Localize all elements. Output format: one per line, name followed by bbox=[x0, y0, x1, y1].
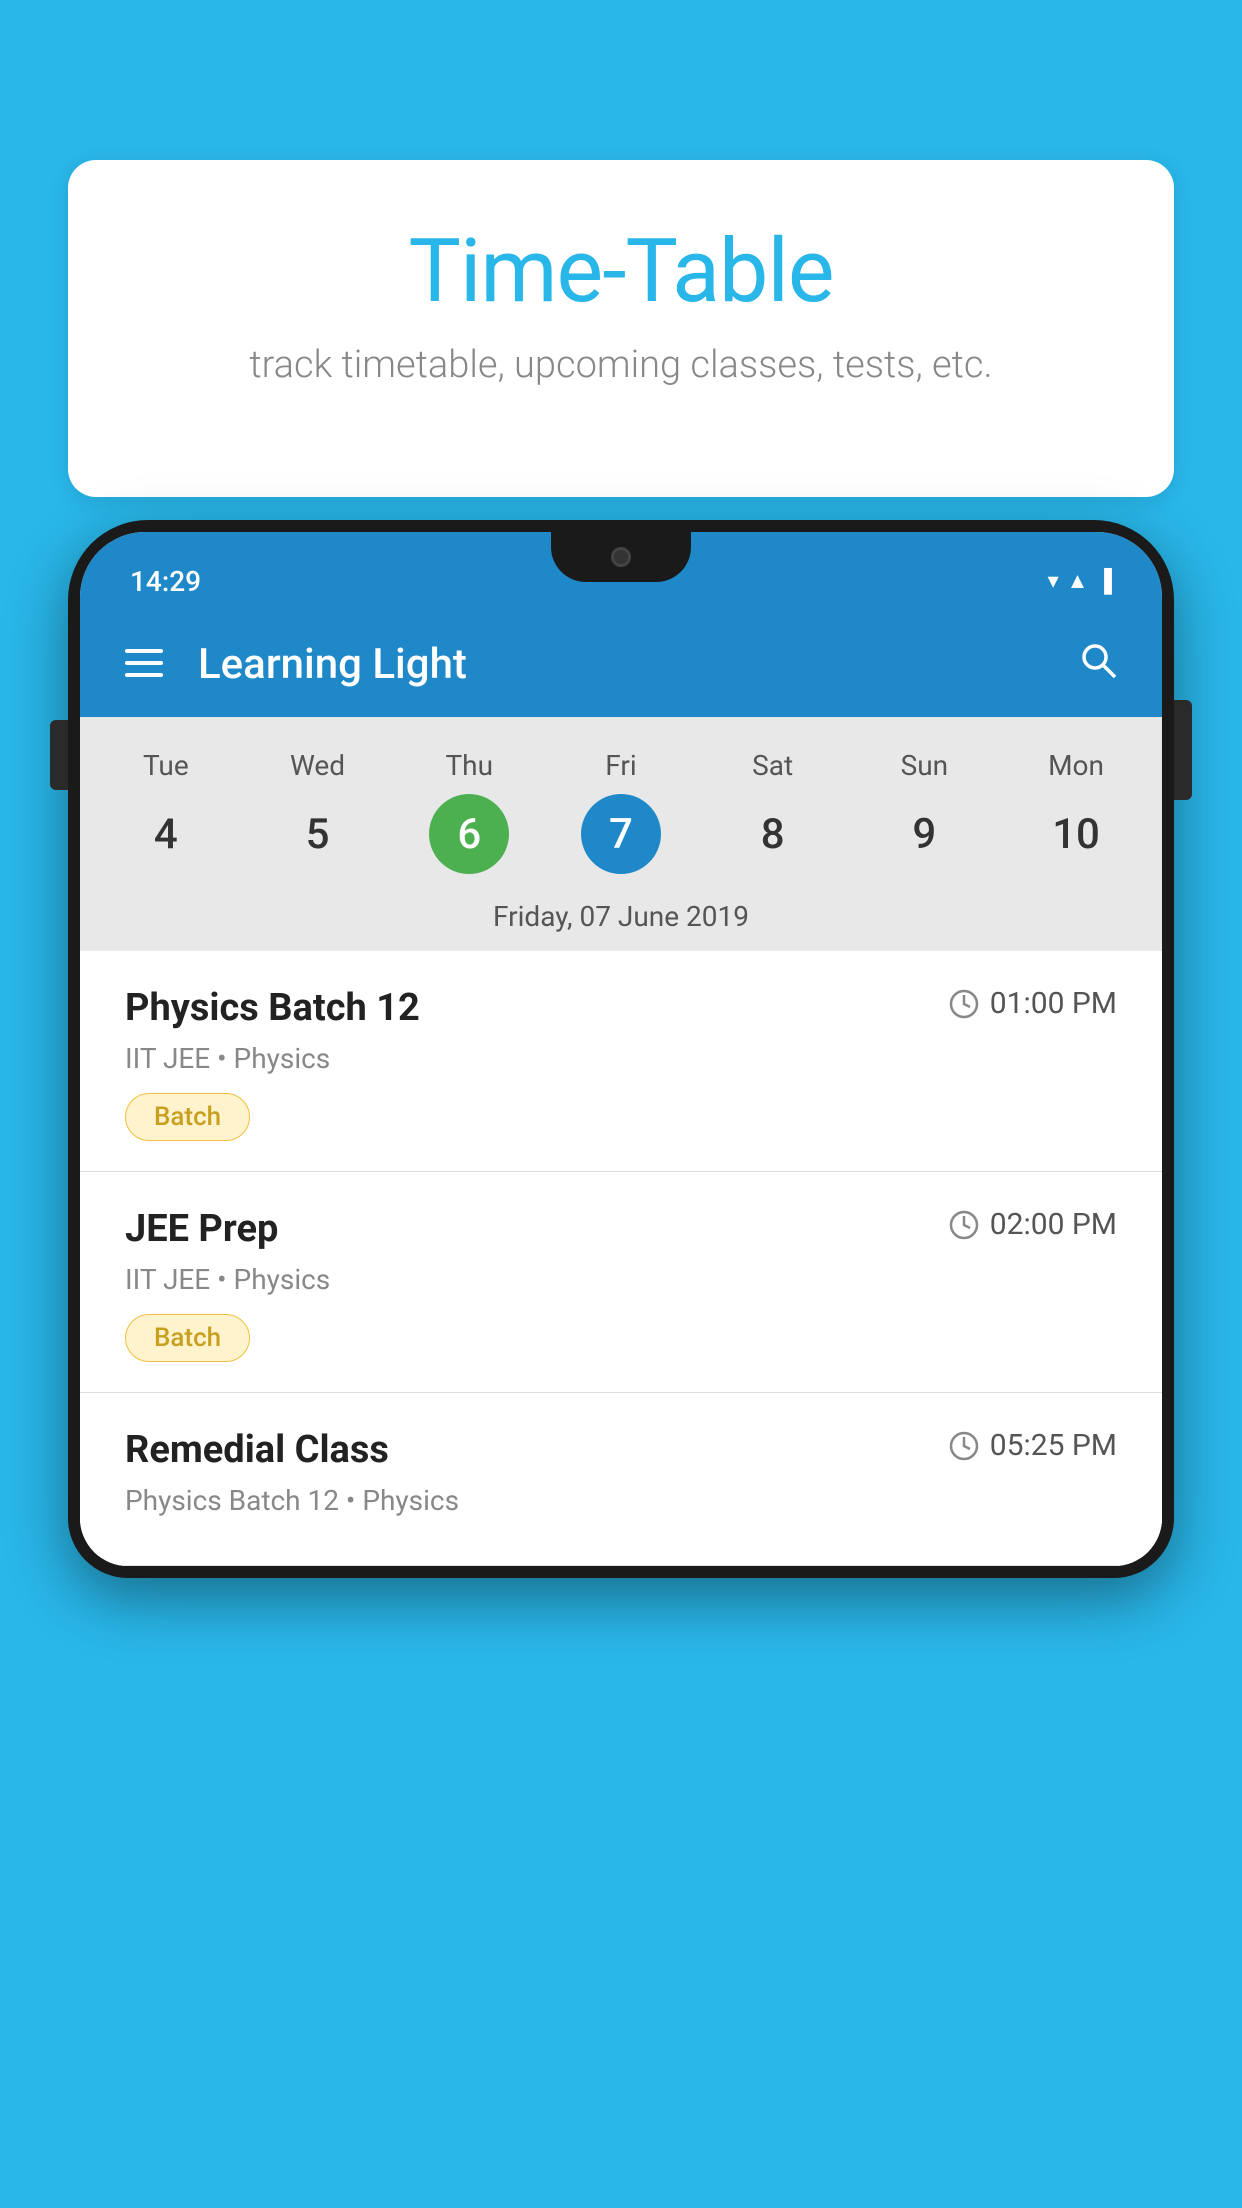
day-col-sat[interactable]: Sat 8 bbox=[708, 749, 838, 874]
bubble-subtitle: track timetable, upcoming classes, tests… bbox=[118, 343, 1124, 387]
day-name: Sat bbox=[752, 749, 793, 782]
schedule-item[interactable]: JEE Prep 02:00 PM IIT JEE • Physics Batch bbox=[80, 1172, 1162, 1393]
week-days-row: Tue 4 Wed 5 Thu 6 Fri 7 Sat 8 Sun 9 Mon 10 bbox=[80, 737, 1162, 886]
day-name: Mon bbox=[1048, 749, 1104, 782]
day-col-thu[interactable]: Thu 6 bbox=[404, 749, 534, 874]
camera-dot bbox=[611, 547, 631, 567]
phone-wrapper: 14:29 ▾ ▲ ▐ Le bbox=[68, 520, 1174, 2208]
schedule-time: 05:25 PM bbox=[948, 1428, 1117, 1463]
clock-icon bbox=[948, 1430, 980, 1462]
day-col-wed[interactable]: Wed 5 bbox=[253, 749, 383, 874]
schedule-item[interactable]: Physics Batch 12 01:00 PM IIT JEE • Physic… bbox=[80, 951, 1162, 1172]
day-number[interactable]: 10 bbox=[1036, 794, 1116, 874]
day-name: Tue bbox=[143, 749, 189, 782]
app-title: Learning Light bbox=[198, 640, 1044, 689]
notch-cutout bbox=[551, 532, 691, 582]
schedule-title: Physics Batch 12 bbox=[125, 986, 420, 1030]
day-col-tue[interactable]: Tue 4 bbox=[101, 749, 231, 874]
speech-bubble-container: Time-Table track timetable, upcoming cla… bbox=[68, 160, 1174, 497]
search-icon[interactable] bbox=[1079, 641, 1117, 689]
clock-icon bbox=[948, 988, 980, 1020]
signal-icon: ▲ bbox=[1067, 568, 1089, 594]
day-number[interactable]: 7 bbox=[581, 794, 661, 874]
schedule-subtitle: IIT JEE • Physics bbox=[125, 1263, 1117, 1296]
selected-date-label: Friday, 07 June 2019 bbox=[80, 886, 1162, 951]
status-bar: 14:29 ▾ ▲ ▐ bbox=[80, 532, 1162, 612]
hamburger-icon[interactable] bbox=[125, 644, 163, 686]
schedule-time: 02:00 PM bbox=[948, 1207, 1117, 1242]
day-col-mon[interactable]: Mon 10 bbox=[1011, 749, 1141, 874]
day-number[interactable]: 9 bbox=[884, 794, 964, 874]
schedule-subtitle: IIT JEE • Physics bbox=[125, 1042, 1117, 1075]
status-time: 14:29 bbox=[130, 565, 201, 598]
day-number[interactable]: 5 bbox=[278, 794, 358, 874]
schedule-item[interactable]: Remedial Class 05:25 PM Physics Batch 12 •… bbox=[80, 1393, 1162, 1566]
speech-bubble: Time-Table track timetable, upcoming cla… bbox=[68, 160, 1174, 497]
day-number[interactable]: 4 bbox=[126, 794, 206, 874]
schedule-time: 01:00 PM bbox=[948, 986, 1117, 1021]
bubble-title: Time-Table bbox=[118, 220, 1124, 323]
day-col-sun[interactable]: Sun 9 bbox=[859, 749, 989, 874]
batch-badge: Batch bbox=[125, 1093, 250, 1141]
app-header: Learning Light bbox=[80, 612, 1162, 717]
wifi-icon: ▾ bbox=[1048, 569, 1059, 594]
phone-screen: 14:29 ▾ ▲ ▐ Le bbox=[80, 532, 1162, 1566]
batch-badge: Batch bbox=[125, 1314, 250, 1362]
schedule-list: Physics Batch 12 01:00 PM IIT JEE • Physic… bbox=[80, 951, 1162, 1566]
schedule-title: Remedial Class bbox=[125, 1428, 389, 1472]
status-icons: ▾ ▲ ▐ bbox=[1048, 568, 1112, 594]
day-name: Wed bbox=[290, 749, 345, 782]
clock-icon bbox=[948, 1209, 980, 1241]
phone-outer: 14:29 ▾ ▲ ▐ Le bbox=[68, 520, 1174, 1578]
day-name: Sun bbox=[901, 749, 949, 782]
day-name: Thu bbox=[445, 749, 493, 782]
schedule-title: JEE Prep bbox=[125, 1207, 278, 1251]
battery-icon: ▐ bbox=[1096, 568, 1112, 594]
day-name: Fri bbox=[605, 749, 636, 782]
calendar-section: Tue 4 Wed 5 Thu 6 Fri 7 Sat 8 Sun 9 Mon 10 Friday, 07… bbox=[80, 717, 1162, 951]
day-number[interactable]: 8 bbox=[733, 794, 813, 874]
day-col-fri[interactable]: Fri 7 bbox=[556, 749, 686, 874]
day-number[interactable]: 6 bbox=[429, 794, 509, 874]
schedule-subtitle: Physics Batch 12 • Physics bbox=[125, 1484, 1117, 1517]
